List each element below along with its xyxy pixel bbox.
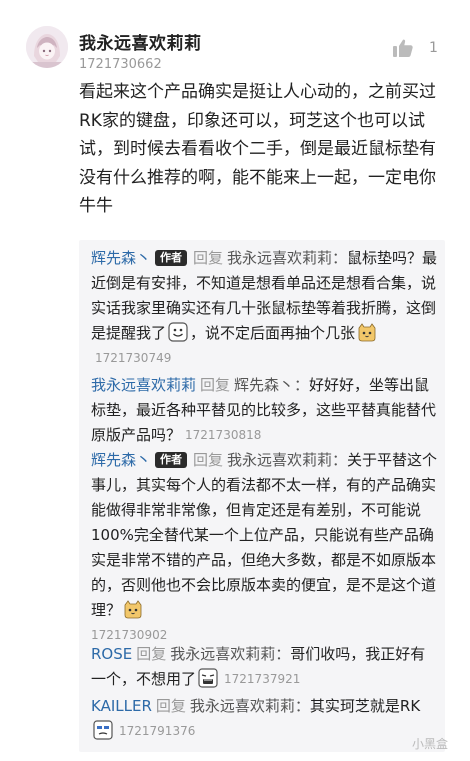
reply-author[interactable]: 辉先森丶 [91, 249, 151, 267]
reply-text: 关于平替这个事儿，其实每个人的看法都不太一样，有的产品确实能做得非常非常像，但肯… [91, 451, 438, 619]
reply-item[interactable]: ROSE 回复 我永远喜欢莉莉：哥们收吗，我正好有一个，不想用了 1721737921 [91, 642, 439, 694]
reply-target[interactable]: 辉先森丶： [234, 376, 309, 394]
reply-verb: 回复 [193, 249, 224, 267]
reply-verb: 回复 [155, 697, 186, 715]
comment-card: 我永远喜欢莉莉 1721730662 1 看起来这个产品确实是挺让人心动的，之前… [0, 0, 470, 761]
like-button[interactable]: 1 [393, 39, 438, 57]
reply-target[interactable]: 我永远喜欢莉莉： [170, 645, 290, 663]
cat-sticker-icon [358, 323, 376, 342]
reply-target[interactable]: 我永远喜欢莉莉： [190, 697, 310, 715]
site-watermark: 小黑盒 [412, 737, 449, 751]
laugh-sticker-icon [198, 668, 218, 688]
avatar-illustration-icon [26, 26, 68, 68]
reply-thread: 辉先森丶 作者 回复 我永远喜欢莉莉：鼠标垫吗？最近倒是有安排，不知道是想看单品还是想… [79, 240, 445, 752]
reply-item[interactable]: 辉先森丶 作者 回复 我永远喜欢莉莉：鼠标垫吗？最近倒是有安排，不知道是想看单品还是想… [91, 246, 439, 373]
user-avatar[interactable] [26, 26, 68, 68]
comment-username[interactable]: 我永远喜欢莉莉 [79, 29, 202, 54]
reply-target[interactable]: 我永远喜欢莉莉： [227, 249, 347, 267]
reply-text-continued: ，说不定后面再抽个几张 [190, 324, 356, 342]
comment-text: 看起来这个产品确实是挺让人心动的，之前买过RK家的键盘，印象还可以，珂芝这个也可… [79, 82, 436, 216]
reply-verb: 回复 [193, 451, 224, 469]
reply-timestamp: 1721730818 [185, 428, 262, 442]
reply-target[interactable]: 我永远喜欢莉莉： [227, 451, 347, 469]
reply-item[interactable]: 我永远喜欢莉莉 回复 辉先森丶：好好好，坐等出鼠标垫，最近各种平替见的比较多，这些平… [91, 373, 439, 448]
author-badge: 作者 [155, 250, 188, 266]
reply-timestamp: 1721730902 [91, 628, 168, 642]
reply-timestamp: 1721791376 [119, 724, 196, 738]
reply-item[interactable]: 辉先森丶 作者 回复 我永远喜欢莉莉：关于平替这个事儿，其实每个人的看法都不太一样，有… [91, 448, 439, 642]
reply-verb: 回复 [136, 645, 167, 663]
comment-user-id: 1721730662 [79, 57, 162, 72]
reply-author[interactable]: 我永远喜欢莉莉 [91, 376, 196, 394]
like-count: 1 [429, 40, 438, 56]
smirk-sticker-icon [93, 720, 113, 740]
reply-timestamp: 1721737921 [224, 672, 301, 686]
reply-text: 其实珂芝就是RK [309, 697, 421, 715]
reply-item[interactable]: KAILLER 回复 我永远喜欢莉莉：其实珂芝就是RK 1721791376 [91, 694, 439, 744]
reply-author[interactable]: KAILLER [91, 697, 152, 715]
reply-timestamp: 1721730749 [95, 351, 172, 365]
grin-sticker-icon [168, 322, 188, 342]
reply-author[interactable]: 辉先森丶 [91, 451, 151, 469]
thumbs-up-icon [393, 39, 413, 57]
reply-verb: 回复 [200, 376, 231, 394]
cat-sticker-icon [124, 600, 142, 619]
reply-author[interactable]: ROSE [91, 645, 132, 663]
author-badge: 作者 [155, 452, 188, 468]
